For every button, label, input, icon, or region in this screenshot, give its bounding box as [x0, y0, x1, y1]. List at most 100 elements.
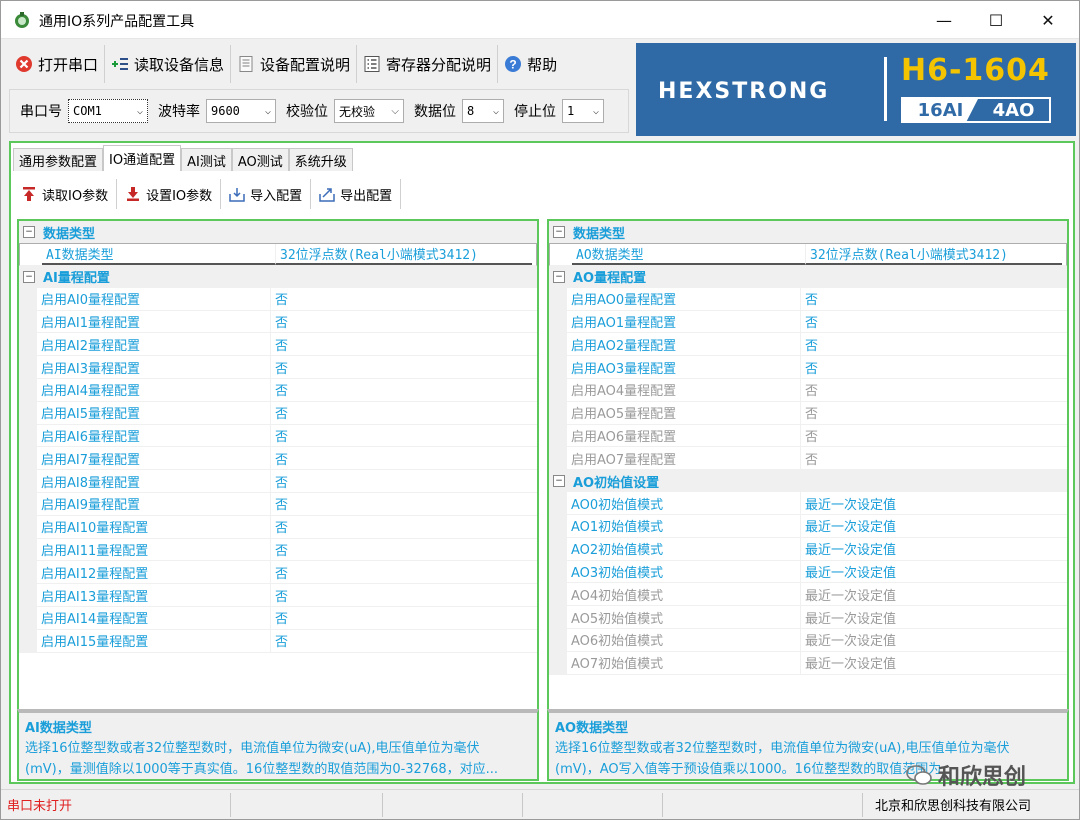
- property-row[interactable]: 启用AI13量程配置否: [19, 584, 537, 607]
- property-row[interactable]: AO数据类型 32位浮点数(Real小端模式3412): [549, 243, 1067, 266]
- set-io-params-button[interactable]: 设置IO参数: [117, 179, 222, 209]
- tab-general-params[interactable]: 通用参数配置: [13, 148, 104, 171]
- minimize-button[interactable]: —: [919, 3, 969, 37]
- export-config-button[interactable]: 导出配置: [311, 179, 402, 209]
- property-row[interactable]: 启用AI7量程配置否: [19, 447, 537, 471]
- property-row[interactable]: AO7初始值模式 最近一次设定值: [549, 651, 1067, 675]
- property-value[interactable]: 否: [801, 425, 1067, 447]
- property-value[interactable]: 否: [271, 425, 537, 447]
- property-row[interactable]: AO1初始值模式 最近一次设定值: [549, 514, 1067, 538]
- property-row[interactable]: 启用AI8量程配置否: [19, 470, 537, 493]
- device-config-doc-button[interactable]: 设备配置说明: [231, 45, 358, 83]
- property-row[interactable]: 启用AI12量程配置否: [19, 561, 537, 585]
- property-row[interactable]: 启用AO2量程配置否: [549, 333, 1067, 357]
- property-row[interactable]: 启用AI9量程配置否: [19, 492, 537, 516]
- open-port-button[interactable]: 打开串口: [9, 45, 106, 83]
- property-value[interactable]: 32位浮点数(Real小端模式3412): [276, 244, 532, 265]
- property-row[interactable]: AO0初始值模式 最近一次设定值: [549, 492, 1067, 515]
- property-value[interactable]: 最近一次设定值: [801, 652, 1067, 674]
- property-value[interactable]: 否: [271, 333, 537, 355]
- property-row[interactable]: AO6初始值模式 最近一次设定值: [549, 628, 1067, 652]
- category-ao-range[interactable]: − AO量程配置: [549, 265, 1067, 288]
- property-value[interactable]: 否: [801, 402, 1067, 424]
- property-value[interactable]: 否: [271, 356, 537, 378]
- property-row[interactable]: 启用AI6量程配置否: [19, 424, 537, 448]
- property-value[interactable]: 否: [271, 493, 537, 515]
- property-row[interactable]: 启用AI10量程配置否: [19, 515, 537, 539]
- property-value[interactable]: 否: [271, 539, 537, 561]
- property-row[interactable]: AO3初始值模式 最近一次设定值: [549, 560, 1067, 584]
- property-row[interactable]: 启用AI5量程配置否: [19, 401, 537, 425]
- property-row[interactable]: 启用AI4量程配置否: [19, 378, 537, 402]
- property-row[interactable]: 启用AI1量程配置否: [19, 310, 537, 334]
- property-value[interactable]: 否: [271, 607, 537, 629]
- property-value[interactable]: 否: [801, 288, 1067, 310]
- property-value[interactable]: 否: [801, 356, 1067, 378]
- close-button[interactable]: ✕: [1023, 3, 1073, 37]
- property-row[interactable]: 启用AO4量程配置否: [549, 378, 1067, 402]
- property-value[interactable]: 最近一次设定值: [801, 538, 1067, 560]
- help-button[interactable]: ? 帮助: [498, 45, 563, 83]
- property-row[interactable]: AO2初始值模式 最近一次设定值: [549, 537, 1067, 561]
- category-data-type[interactable]: − 数据类型: [19, 221, 537, 243]
- property-value[interactable]: 最近一次设定值: [801, 515, 1067, 537]
- property-value[interactable]: 否: [271, 516, 537, 538]
- collapse-icon[interactable]: −: [553, 226, 565, 238]
- property-row[interactable]: 启用AO0量程配置否: [549, 287, 1067, 311]
- parity-select[interactable]: 无校验 ⌵: [334, 99, 404, 123]
- maximize-button[interactable]: ☐: [971, 3, 1021, 37]
- property-value[interactable]: 否: [271, 379, 537, 401]
- property-row[interactable]: 启用AI11量程配置否: [19, 538, 537, 562]
- property-row[interactable]: 启用AO6量程配置否: [549, 424, 1067, 448]
- property-value[interactable]: 32位浮点数(Real小端模式3412): [806, 244, 1062, 265]
- property-value[interactable]: 否: [271, 584, 537, 606]
- property-value[interactable]: 否: [271, 470, 537, 492]
- property-value[interactable]: 最近一次设定值: [801, 561, 1067, 583]
- stopbits-select[interactable]: 1 ⌵: [562, 99, 604, 123]
- property-row[interactable]: 启用AI14量程配置否: [19, 606, 537, 630]
- tab-ai-test[interactable]: AI测试: [181, 148, 232, 171]
- property-value[interactable]: 否: [801, 447, 1067, 469]
- baud-select[interactable]: 9600 ⌵: [206, 99, 276, 123]
- property-row[interactable]: 启用AI0量程配置否: [19, 287, 537, 311]
- property-value[interactable]: 最近一次设定值: [801, 606, 1067, 628]
- property-value[interactable]: 否: [271, 402, 537, 424]
- tab-io-channel-config[interactable]: IO通道配置: [103, 145, 182, 171]
- property-value[interactable]: 否: [271, 630, 537, 652]
- property-row[interactable]: AO5初始值模式 最近一次设定值: [549, 606, 1067, 629]
- collapse-icon[interactable]: −: [553, 270, 565, 283]
- property-row[interactable]: 启用AO5量程配置否: [549, 401, 1067, 425]
- databits-select[interactable]: 8 ⌵: [462, 99, 504, 123]
- property-value[interactable]: 否: [801, 311, 1067, 333]
- tab-system-upgrade[interactable]: 系统升级: [288, 148, 353, 171]
- collapse-icon[interactable]: −: [553, 475, 565, 488]
- property-value[interactable]: 否: [271, 288, 537, 310]
- property-row[interactable]: 启用AO7量程配置否: [549, 447, 1067, 471]
- property-value[interactable]: 否: [271, 561, 537, 583]
- property-row[interactable]: AO4初始值模式 最近一次设定值: [549, 583, 1067, 607]
- property-value[interactable]: 否: [801, 333, 1067, 355]
- property-value[interactable]: 最近一次设定值: [801, 629, 1067, 651]
- property-row[interactable]: 启用AI15量程配置否: [19, 629, 537, 653]
- register-doc-button[interactable]: 寄存器分配说明: [357, 45, 499, 83]
- import-config-button[interactable]: 导入配置: [221, 179, 312, 209]
- property-row[interactable]: 启用AI2量程配置否: [19, 333, 537, 357]
- property-value[interactable]: 最近一次设定值: [801, 492, 1067, 514]
- collapse-icon[interactable]: −: [23, 270, 35, 283]
- category-ai-range[interactable]: − AI量程配置: [19, 265, 537, 288]
- property-value[interactable]: 否: [801, 379, 1067, 401]
- collapse-icon[interactable]: −: [23, 226, 35, 238]
- property-value[interactable]: 最近一次设定值: [801, 583, 1067, 605]
- read-device-info-button[interactable]: 读取设备信息: [105, 45, 232, 83]
- property-row[interactable]: 启用AO3量程配置否: [549, 356, 1067, 379]
- property-value[interactable]: 否: [271, 311, 537, 333]
- read-io-params-button[interactable]: 读取IO参数: [13, 179, 118, 209]
- category-ao-initial[interactable]: − AO初始值设置: [549, 470, 1067, 493]
- property-row[interactable]: 启用AO1量程配置否: [549, 310, 1067, 334]
- property-row[interactable]: AI数据类型 32位浮点数(Real小端模式3412): [19, 243, 537, 266]
- tab-ao-test[interactable]: AO测试: [231, 148, 289, 171]
- category-data-type[interactable]: − 数据类型: [549, 221, 1067, 243]
- port-select[interactable]: COM1 ⌵: [68, 99, 148, 123]
- property-row[interactable]: 启用AI3量程配置否: [19, 356, 537, 379]
- property-value[interactable]: 否: [271, 447, 537, 469]
